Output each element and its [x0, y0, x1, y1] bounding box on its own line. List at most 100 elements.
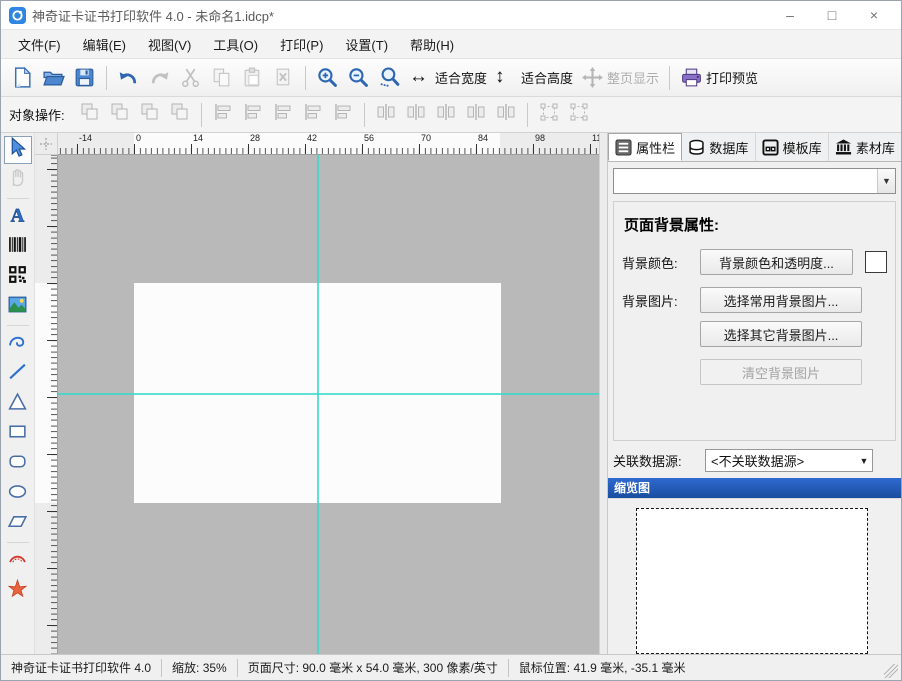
print-preview-button[interactable]: 打印预览 — [676, 63, 762, 93]
seal-arc-icon — [7, 548, 28, 574]
copy-button[interactable] — [206, 63, 237, 93]
zoom-out-button[interactable] — [343, 63, 374, 93]
guide-horizontal — [58, 393, 599, 395]
send-backward-button[interactable] — [105, 101, 135, 129]
menu-edit[interactable]: 编辑(E) — [72, 31, 137, 58]
minimize-button[interactable]: – — [769, 2, 811, 28]
zoom-in-button[interactable] — [312, 63, 343, 93]
seal-tool[interactable] — [4, 547, 32, 575]
send-to-back-button[interactable] — [165, 101, 195, 129]
menu-bar: 文件(F) 编辑(E) 视图(V) 工具(O) 打印(P) 设置(T) 帮助(H… — [1, 29, 901, 59]
object-select-combo[interactable]: ▼ — [613, 168, 896, 194]
new-file-icon — [11, 66, 34, 89]
rounded-rect-tool[interactable] — [4, 450, 32, 478]
bring-to-front-button[interactable] — [135, 101, 165, 129]
align-top-button[interactable] — [268, 101, 298, 129]
group-button[interactable] — [534, 101, 564, 129]
line-tool[interactable] — [4, 360, 32, 388]
align-middle-button[interactable] — [298, 101, 328, 129]
ellipse-tool[interactable] — [4, 480, 32, 508]
new-button[interactable] — [7, 63, 38, 93]
send-to-back-icon — [168, 101, 192, 128]
tab-properties[interactable]: 属性栏 — [608, 133, 682, 161]
parallelogram-tool[interactable] — [4, 510, 32, 538]
svg-text:A: A — [11, 205, 25, 225]
menu-tools[interactable]: 工具(O) — [202, 31, 269, 58]
cursor-arrow-icon — [7, 137, 28, 163]
zoom-in-icon — [316, 66, 339, 89]
menu-file[interactable]: 文件(F) — [7, 31, 72, 58]
triangle-tool[interactable] — [4, 390, 32, 418]
bg-color-swatch[interactable] — [865, 251, 887, 273]
menu-view[interactable]: 视图(V) — [137, 31, 202, 58]
bg-image-clear-row: 清空背景图片 — [622, 359, 887, 385]
dropdown-arrow-icon[interactable]: ▼ — [877, 169, 895, 193]
ungroup-button[interactable] — [564, 101, 594, 129]
menu-print[interactable]: 打印(P) — [269, 31, 334, 58]
barcode-tool[interactable] — [4, 233, 32, 261]
group-objects-icon — [537, 101, 561, 128]
zoom-custom-button[interactable] — [374, 63, 405, 93]
maximize-button[interactable]: □ — [811, 2, 853, 28]
canvas[interactable] — [58, 155, 599, 654]
window-title: 神奇证卡证书打印软件 4.0 - 未命名1.idcp* — [32, 6, 769, 25]
equal-h-spacing-button[interactable] — [401, 101, 431, 129]
curve-tool[interactable] — [4, 330, 32, 358]
tab-database[interactable]: 数据库 — [682, 133, 755, 161]
datasource-select[interactable]: <不关联数据源> ▼ — [705, 449, 873, 472]
fit-height-button[interactable]: ↕适合高度 — [491, 63, 577, 93]
align-left-button[interactable] — [208, 101, 238, 129]
thumbnail-page-preview[interactable] — [636, 508, 868, 654]
ruler-corner — [35, 133, 58, 155]
same-width-button[interactable] — [371, 101, 401, 129]
cut-button[interactable] — [175, 63, 206, 93]
bg-image-common-button[interactable]: 选择常用背景图片... — [700, 287, 862, 313]
resize-grip-icon[interactable] — [884, 664, 898, 678]
fit-width-button[interactable]: ↔适合宽度 — [405, 63, 491, 93]
save-button[interactable] — [69, 63, 100, 93]
bring-forward-button[interactable] — [75, 101, 105, 129]
text-tool[interactable]: A — [4, 203, 32, 231]
bg-color-button[interactable]: 背景颜色和透明度... — [700, 249, 853, 275]
hand-tool[interactable] — [4, 166, 32, 194]
redo-button[interactable] — [144, 63, 175, 93]
open-button[interactable] — [38, 63, 69, 93]
fit-width-icon: ↔ — [409, 66, 432, 89]
fit-page-button[interactable]: 整页显示 — [577, 63, 663, 93]
delete-button[interactable] — [268, 63, 299, 93]
bring-forward-icon — [78, 101, 102, 128]
bg-image-row: 背景图片: 选择常用背景图片... — [622, 287, 887, 313]
menu-settings[interactable]: 设置(T) — [334, 31, 399, 58]
align-center-h-button[interactable] — [238, 101, 268, 129]
toolbar-separator — [669, 66, 670, 90]
align-right-button[interactable] — [328, 101, 358, 129]
select-tool[interactable] — [4, 136, 32, 164]
align-right-icon — [331, 101, 355, 128]
bg-image-other-button[interactable]: 选择其它背景图片... — [700, 321, 862, 347]
app-window: 神奇证卡证书打印软件 4.0 - 未命名1.idcp* – □ × 文件(F) … — [0, 0, 902, 681]
same-height-button[interactable] — [431, 101, 461, 129]
image-icon — [7, 294, 28, 320]
rectangle-tool[interactable] — [4, 420, 32, 448]
undo-button[interactable] — [113, 63, 144, 93]
dropdown-arrow-icon: ▼ — [856, 456, 872, 466]
vertical-ruler: -28-140142842567084 — [35, 155, 58, 654]
star-tool[interactable] — [4, 577, 32, 605]
same-size-button[interactable] — [491, 101, 521, 129]
equal-v-spacing-button[interactable] — [461, 101, 491, 129]
page-background-group: 页面背景属性: 背景颜色: 背景颜色和透明度... 背景图片: 选择常用背景图片… — [613, 201, 896, 441]
template-icon — [762, 139, 779, 156]
ruler-origin-icon — [40, 138, 52, 150]
tab-materials[interactable]: 素材库 — [829, 133, 901, 161]
panel-splitter[interactable] — [599, 133, 607, 654]
same-size-icon — [494, 101, 518, 128]
menu-help[interactable]: 帮助(H) — [399, 31, 465, 58]
paste-button[interactable] — [237, 63, 268, 93]
print-preview-icon — [680, 66, 703, 89]
close-button[interactable]: × — [853, 2, 895, 28]
status-app-name: 神奇证卡证书打印软件 4.0 — [1, 659, 161, 677]
tab-templates[interactable]: 模板库 — [756, 133, 829, 161]
image-tool[interactable] — [4, 293, 32, 321]
bg-image-clear-button[interactable]: 清空背景图片 — [700, 359, 862, 385]
qrcode-tool[interactable] — [4, 263, 32, 291]
